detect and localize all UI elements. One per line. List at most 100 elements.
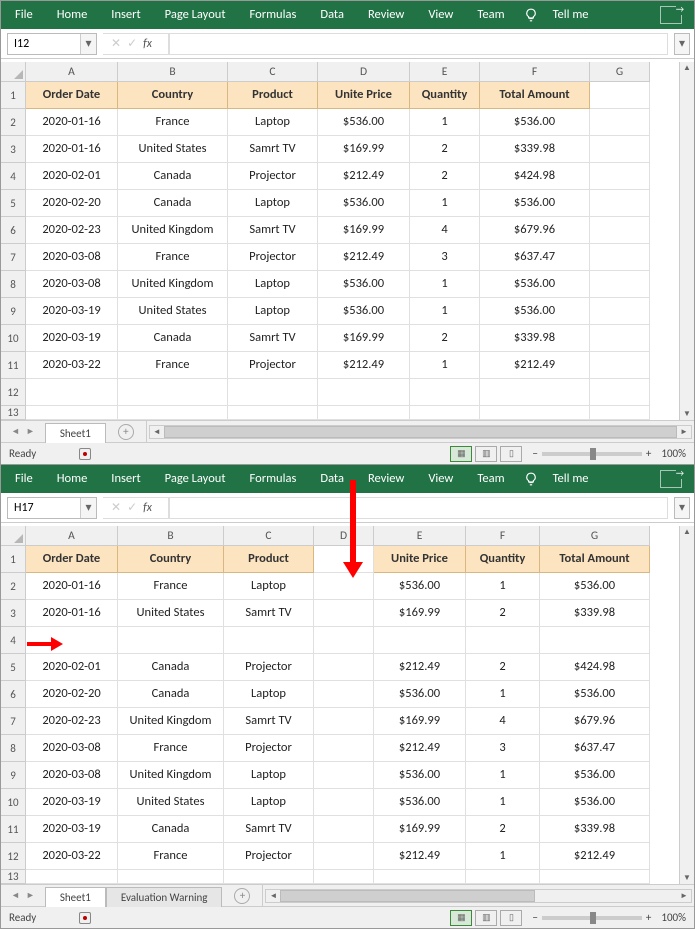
formula-input[interactable] (169, 497, 668, 519)
name-box[interactable]: H17 ▾ (7, 497, 97, 519)
row-header[interactable]: 9 (1, 298, 26, 325)
row-header[interactable]: 1 (1, 546, 26, 573)
ribbon-tab-team[interactable]: Team (465, 465, 516, 493)
formula-expand-icon[interactable]: ▾ (674, 33, 690, 55)
cell[interactable]: $536.00 (318, 109, 410, 136)
cancel-icon[interactable]: ✕ (111, 500, 121, 515)
cell[interactable]: 2020-03-19 (26, 789, 118, 816)
row-header[interactable]: 11 (1, 352, 26, 379)
horizontal-scrollbar[interactable]: ◄ ► (149, 425, 692, 439)
cell[interactable]: United Kingdom (118, 217, 228, 244)
cell[interactable]: France (118, 352, 228, 379)
ribbon-tab-page-layout[interactable]: Page Layout (153, 1, 238, 29)
column-header[interactable]: B (118, 526, 224, 546)
cell[interactable]: $536.00 (374, 573, 466, 600)
cell[interactable]: $339.98 (480, 325, 590, 352)
column-header[interactable]: B (118, 62, 228, 82)
cell[interactable] (314, 600, 374, 627)
cell[interactable]: Laptop (224, 681, 314, 708)
cell[interactable]: $536.00 (540, 762, 650, 789)
select-all-corner[interactable] (1, 526, 26, 546)
row-header[interactable]: 5 (1, 190, 26, 217)
cell[interactable]: 2 (466, 600, 540, 627)
cell[interactable]: $212.49 (318, 244, 410, 271)
cell[interactable]: 3 (410, 244, 480, 271)
cell[interactable] (314, 870, 374, 884)
cell[interactable]: 2 (410, 325, 480, 352)
cell[interactable] (118, 627, 224, 654)
cell[interactable] (228, 406, 318, 420)
cell[interactable]: 2020-03-08 (26, 735, 118, 762)
cell[interactable]: 2020-02-20 (26, 681, 118, 708)
cell[interactable]: $536.00 (480, 109, 590, 136)
cell[interactable]: Projector (228, 244, 318, 271)
cell[interactable]: 1 (410, 298, 480, 325)
cell[interactable] (26, 870, 118, 884)
cell[interactable]: Total Amount (480, 82, 590, 109)
cell[interactable]: $339.98 (540, 600, 650, 627)
ribbon-tab-page-layout[interactable]: Page Layout (153, 465, 238, 493)
cell[interactable]: $536.00 (318, 271, 410, 298)
cell[interactable] (410, 406, 480, 420)
cell[interactable]: $424.98 (480, 163, 590, 190)
cell[interactable]: 2020-01-16 (26, 136, 118, 163)
cell[interactable]: $169.99 (374, 708, 466, 735)
ribbon-tab-data[interactable]: Data (308, 1, 356, 29)
row-header[interactable]: 1 (1, 82, 26, 109)
column-header[interactable]: D (318, 62, 410, 82)
cell[interactable]: $169.99 (318, 136, 410, 163)
cell[interactable]: Laptop (224, 789, 314, 816)
cell[interactable]: 1 (466, 789, 540, 816)
cell[interactable]: 2 (410, 163, 480, 190)
page-break-view-button[interactable]: ▯ (500, 910, 522, 926)
record-macro-icon[interactable] (79, 912, 91, 924)
cell[interactable] (314, 816, 374, 843)
cell[interactable]: 2020-03-22 (26, 352, 118, 379)
cell[interactable]: $536.00 (480, 298, 590, 325)
cell[interactable]: Canada (118, 163, 228, 190)
row-header[interactable]: 13 (1, 870, 26, 884)
formula-expand-icon[interactable]: ▾ (674, 497, 690, 519)
ribbon-tab-insert[interactable]: Insert (99, 1, 152, 29)
tell-me[interactable]: Tell me (541, 465, 601, 493)
cell[interactable]: Product (224, 546, 314, 573)
cell[interactable] (314, 762, 374, 789)
row-header[interactable]: 3 (1, 600, 26, 627)
cell[interactable]: $169.99 (374, 816, 466, 843)
cell[interactable]: France (118, 735, 224, 762)
row-header[interactable]: 9 (1, 762, 26, 789)
cell[interactable]: France (118, 843, 224, 870)
cell[interactable]: Projector (224, 843, 314, 870)
cell[interactable]: $679.96 (480, 217, 590, 244)
cell[interactable]: Quantity (410, 82, 480, 109)
row-header[interactable]: 8 (1, 271, 26, 298)
ribbon-tab-home[interactable]: Home (45, 465, 100, 493)
cell[interactable]: Laptop (228, 298, 318, 325)
cell[interactable] (314, 681, 374, 708)
cell[interactable] (314, 627, 374, 654)
cell[interactable] (590, 298, 650, 325)
row-header[interactable]: 8 (1, 735, 26, 762)
cell[interactable] (466, 870, 540, 884)
row-header[interactable]: 3 (1, 136, 26, 163)
cell[interactable]: United Kingdom (118, 762, 224, 789)
share-icon[interactable] (660, 6, 682, 24)
cell[interactable]: Canada (118, 654, 224, 681)
page-layout-view-button[interactable]: ▥ (475, 446, 497, 462)
cell[interactable]: $536.00 (318, 190, 410, 217)
vertical-scrollbar[interactable] (679, 62, 694, 420)
cell[interactable] (590, 190, 650, 217)
cell[interactable] (466, 627, 540, 654)
sheet-tab[interactable]: Sheet1 (45, 423, 106, 443)
cell[interactable]: 1 (466, 843, 540, 870)
ribbon-tab-file[interactable]: File (3, 465, 45, 493)
tab-nav[interactable]: ◄► (1, 426, 45, 437)
cell[interactable]: $536.00 (318, 298, 410, 325)
cell[interactable] (314, 843, 374, 870)
cell[interactable]: United Kingdom (118, 271, 228, 298)
cell[interactable]: Order Date (26, 546, 118, 573)
cell[interactable] (590, 82, 650, 109)
cell[interactable]: Laptop (228, 190, 318, 217)
cell[interactable]: 1 (466, 762, 540, 789)
cell[interactable]: 2 (466, 816, 540, 843)
